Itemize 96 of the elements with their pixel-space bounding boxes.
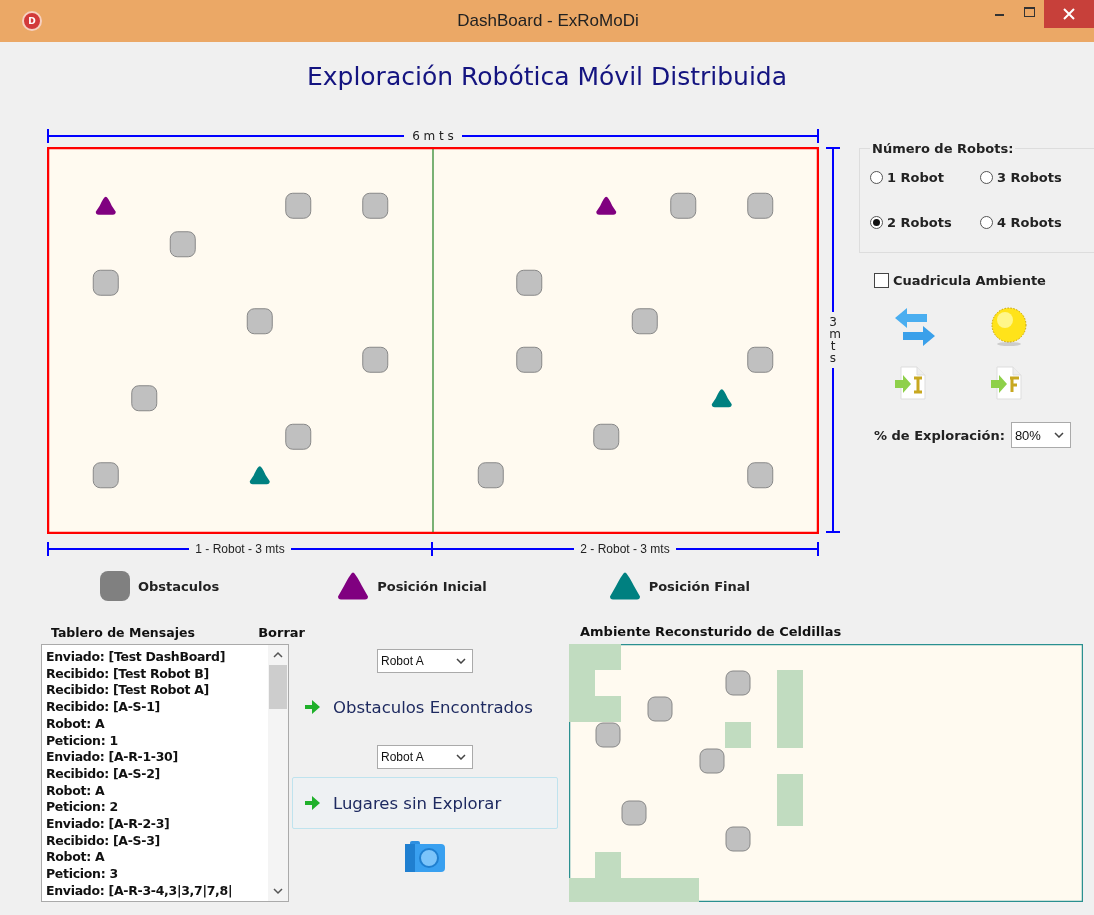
explored-cell [777,800,803,826]
goal-marker [249,466,270,485]
radio-circle[interactable] [870,216,883,229]
message-line: Enviado: [A-R-1-30] [46,749,179,766]
obstacle [169,231,196,258]
width-label: 6 m t s [411,129,455,143]
explored-cell [595,852,621,878]
message-line: Recibido: [A-S-2] [46,765,161,783]
obstacle [725,670,751,696]
action-button[interactable]: Obstaculos Encontrados [292,681,558,733]
robot-dropdown[interactable]: Robot A [377,649,473,673]
obstacle [595,722,621,748]
obstacle [747,192,774,219]
message-line: Enviado: [Test DashBoard] [46,649,227,666]
reconstruction-title: Ambiente Reconsturido de Celdillas [580,623,843,641]
scroll-thumb[interactable] [269,665,287,709]
scroll-down-icon[interactable] [273,887,283,895]
legend-label: Posición Inicial [377,578,487,594]
obstacle [631,308,658,335]
explored-cell [777,722,803,748]
obstacle [621,800,647,826]
radio-circle[interactable] [870,171,883,184]
start-marker [596,196,617,215]
app-icon: D [22,11,42,31]
message-line: Peticion: 3 [46,866,119,883]
exploration-dropdown[interactable]: 80% [1010,422,1071,448]
scroll-up-icon[interactable] [273,651,283,659]
exploration-label: % de Exploración: [874,427,1005,443]
message-line: Enviado: [A-R-3-4,3|3,7|7,8| [46,882,234,900]
obstacle [670,192,697,219]
section-label: 1 - Robot - 3 mts [194,542,286,556]
explored-cell [777,670,803,696]
clear-link[interactable]: Borrar [258,624,305,640]
grid-checkbox[interactable]: Cuadricula Ambiente [874,273,1091,288]
obstacle-legend-icon [100,571,130,601]
obstacle [246,308,273,335]
obstacle [593,423,620,450]
explored-cell [725,722,751,748]
message-line: Robot: A [46,715,106,733]
radio-circle[interactable] [980,171,993,184]
message-line: Robot: A [46,849,106,867]
message-line: Recibido: [Test Robot B] [46,665,210,683]
obstacle [747,346,774,373]
obstacle [516,269,543,296]
explored-cell [673,878,699,902]
obstacle [92,462,119,489]
chevron-icon [456,754,466,760]
obstacle [285,192,312,219]
message-line: Recibido: [A-S-3] [46,832,161,850]
triangle-legend-icon [608,571,641,601]
message-line: Peticion: 2 [46,799,119,817]
close-button[interactable] [1044,0,1094,28]
robot-dropdown[interactable]: Robot A [377,745,473,769]
explored-cell [595,696,621,722]
action-button[interactable]: Lugares sin Explorar [292,777,558,829]
radio-circle[interactable] [980,216,993,229]
explored-cell [777,774,803,800]
legend-label: Obstaculos [138,578,220,594]
legend-label: Posición Final [648,578,750,594]
obstacle [647,696,673,722]
obstacle [516,346,543,373]
triangle-legend-icon [337,571,370,601]
start-marker [95,196,116,215]
app-heading: Exploración Robótica Móvil Distribuida [305,62,789,93]
chevron-icon [1053,432,1064,438]
message-line: Recibido: [A-S-1] [46,699,161,716]
message-line: Robot: A [46,782,106,800]
message-line: Peticion: 1 [46,732,119,750]
messages-title: Tablero de Mensajes [51,624,195,640]
obstacle [477,462,504,489]
goal-marker [711,389,732,408]
robot-count-radio[interactable]: 4 Robots [980,215,1090,230]
arrow-icon [303,699,321,715]
checkbox-square[interactable] [874,273,889,288]
window-title: DashBoard - ExRoMoDi [457,11,639,31]
chevron-icon [456,658,466,664]
obstacle [92,269,119,296]
explored-cell [595,644,621,670]
section-label: 2 - Robot - 3 mts [579,542,671,556]
message-line: Recibido: [Test Robot A] [46,682,210,700]
close-icon [1063,8,1075,20]
obstacle [725,826,751,852]
arrow-icon [303,795,321,811]
obstacle [131,385,158,412]
scrollbar[interactable] [268,645,288,901]
explored-cell [569,878,595,902]
obstacle [362,192,389,219]
obstacle [285,423,312,450]
obstacle [747,462,774,489]
group-title: Número de Robots: [871,141,1015,156]
obstacle [362,346,389,373]
robot-count-radio[interactable]: 1 Robot [870,170,980,185]
robot-count-radio[interactable]: 2 Robots [870,215,980,230]
robot-count-radio[interactable]: 3 Robots [980,170,1090,185]
message-line: Enviado: [A-R-2-3] [46,816,171,833]
obstacle [699,748,725,774]
